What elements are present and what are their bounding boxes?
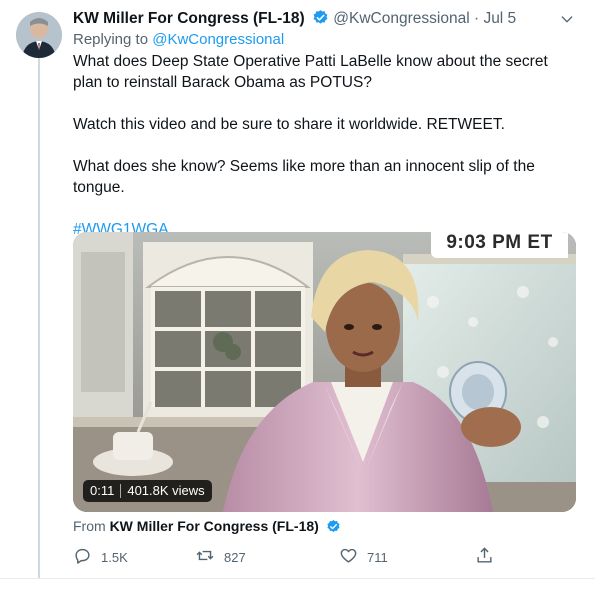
tweet-header: KW Miller For Congress (FL-18) @KwCongre… bbox=[73, 9, 575, 31]
replying-to-line: Replying to @KwCongressional bbox=[73, 31, 284, 48]
verified-badge-icon bbox=[312, 9, 329, 31]
video-timestamp-banner: 9:03 PM ET bbox=[431, 232, 568, 258]
video-duration: 0:11 bbox=[90, 483, 115, 498]
tweet-text: What does Deep State Operative Patti LaB… bbox=[73, 51, 578, 261]
reply-count: 1.5K bbox=[101, 549, 128, 565]
source-account-link[interactable]: KW Miller For Congress (FL-18) bbox=[110, 518, 319, 534]
author-name[interactable]: KW Miller For Congress (FL-18) bbox=[73, 10, 305, 27]
video-stats-overlay: 0:11 401.8K views bbox=[83, 480, 212, 502]
tweet-paragraph-1: What does Deep State Operative Patti LaB… bbox=[73, 53, 548, 91]
thread-connector-line bbox=[38, 58, 40, 578]
heart-icon bbox=[339, 546, 358, 568]
replying-prefix: Replying to bbox=[73, 31, 149, 48]
chevron-down-icon[interactable] bbox=[559, 11, 575, 32]
reply-button[interactable]: 1.5K bbox=[73, 545, 128, 569]
share-button[interactable] bbox=[475, 545, 494, 569]
tweet-date[interactable]: Jul 5 bbox=[483, 10, 516, 27]
video-frame-image bbox=[73, 232, 576, 512]
verified-badge-icon bbox=[326, 519, 341, 537]
like-count: 711 bbox=[367, 549, 388, 565]
retweet-button[interactable]: 827 bbox=[195, 545, 246, 569]
stats-divider bbox=[120, 484, 122, 498]
media-source-line: From KW Miller For Congress (FL-18) bbox=[73, 518, 341, 537]
replying-to-handle-link[interactable]: @KwCongressional bbox=[152, 31, 284, 48]
retweet-icon bbox=[195, 546, 215, 568]
source-prefix: From bbox=[73, 518, 106, 534]
tweet-action-bar: 1.5K 827 711 bbox=[73, 545, 503, 569]
tweet-paragraph-3: What does she know? Seems like more than… bbox=[73, 158, 535, 196]
reply-icon bbox=[73, 546, 92, 568]
like-button[interactable]: 711 bbox=[339, 545, 388, 569]
video-player[interactable]: 9:03 PM ET 0:11 401.8K views bbox=[73, 232, 576, 512]
share-icon bbox=[475, 546, 494, 568]
header-separator: · bbox=[473, 10, 480, 27]
tweet-paragraph-2: Watch this video and be sure to share it… bbox=[73, 116, 505, 133]
video-view-count: 401.8K views bbox=[127, 483, 205, 498]
author-handle[interactable]: @KwCongressional bbox=[333, 10, 469, 27]
tweet-divider bbox=[0, 578, 595, 579]
retweet-count: 827 bbox=[224, 549, 246, 565]
author-avatar[interactable] bbox=[16, 12, 62, 58]
